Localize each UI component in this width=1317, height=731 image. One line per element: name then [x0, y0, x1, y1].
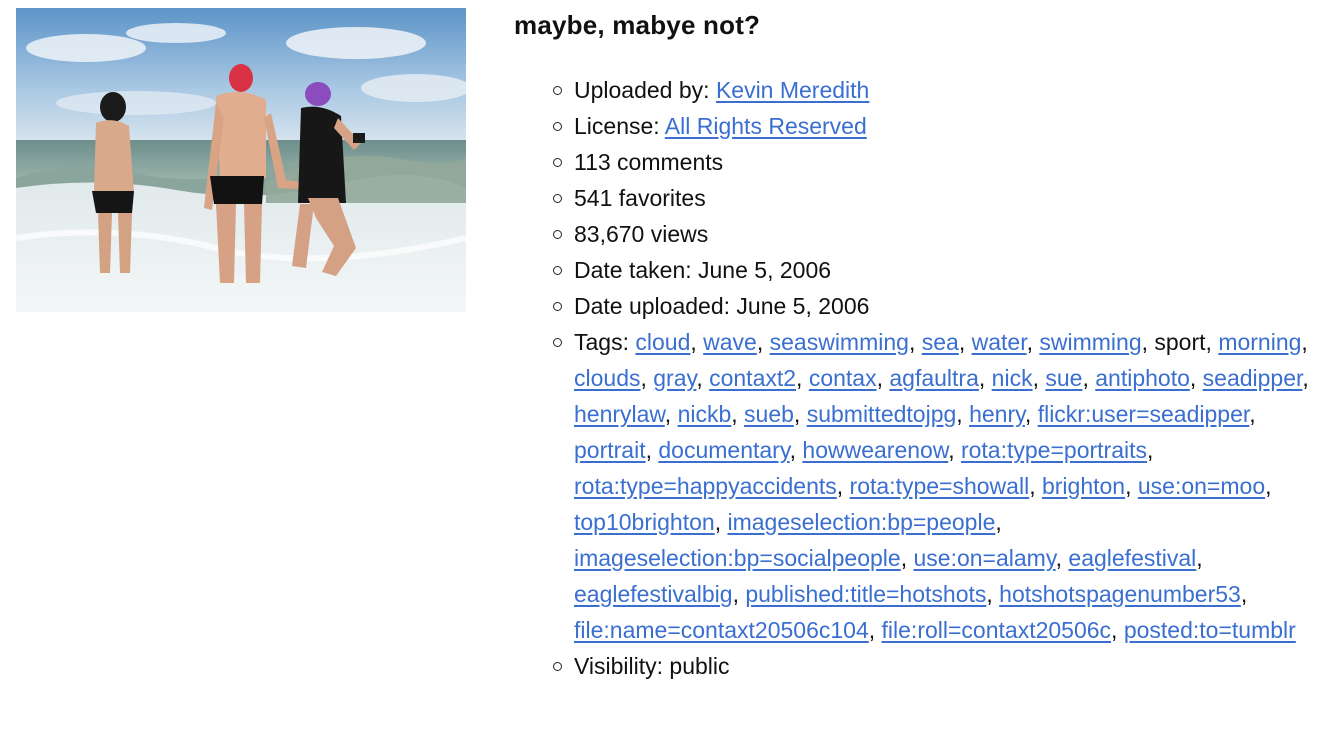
photo-metadata-list: Uploaded by: Kevin Meredith License: All…	[514, 72, 1309, 684]
uploaded-by-label: Uploaded by:	[574, 77, 716, 103]
license-link[interactable]: All Rights Reserved	[665, 113, 867, 139]
uploaded-by-item: Uploaded by: Kevin Meredith	[553, 72, 1309, 108]
tag[interactable]: nick	[992, 365, 1033, 391]
tag[interactable]: hotshotspagenumber53	[999, 581, 1241, 607]
tag[interactable]: rota:type=portraits	[961, 437, 1147, 463]
tag[interactable]: eaglefestivalbig	[574, 581, 733, 607]
tags-item: Tags: cloud, wave, seaswimming, sea, wat…	[553, 324, 1309, 648]
date-taken: Date taken: June 5, 2006	[553, 252, 1309, 288]
tag[interactable]: eaglefestival	[1068, 545, 1196, 571]
tag[interactable]: documentary	[658, 437, 789, 463]
page-title: maybe, mabye not?	[514, 10, 761, 40]
tag[interactable]: submittedtojpg	[807, 401, 957, 427]
tag[interactable]: sueb	[744, 401, 794, 427]
tag[interactable]: flickr:user=seadipper	[1038, 401, 1250, 427]
tag[interactable]: swimming	[1039, 329, 1141, 355]
tag[interactable]: rota:type=happyaccidents	[574, 473, 837, 499]
tag[interactable]: howwearenow	[802, 437, 948, 463]
tag[interactable]: water	[972, 329, 1027, 355]
tag[interactable]: brighton	[1042, 473, 1125, 499]
tag[interactable]: imageselection:bp=socialpeople	[574, 545, 901, 571]
license-item: License: All Rights Reserved	[553, 108, 1309, 144]
tag[interactable]: top10brighton	[574, 509, 715, 535]
tag[interactable]: posted:to=tumblr	[1124, 617, 1296, 643]
tag[interactable]: contax	[809, 365, 877, 391]
tag[interactable]: seadipper	[1203, 365, 1303, 391]
views-count: 83,670 views	[553, 216, 1309, 252]
tag[interactable]: henrylaw	[574, 401, 665, 427]
tag: sport	[1154, 329, 1206, 355]
tag[interactable]: cloud	[635, 329, 690, 355]
tag[interactable]: nickb	[678, 401, 732, 427]
tag[interactable]: contaxt2	[709, 365, 796, 391]
tag[interactable]: rota:type=showall	[850, 473, 1030, 499]
tag[interactable]: imageselection:bp=people	[727, 509, 995, 535]
photo[interactable]	[16, 8, 466, 312]
tag[interactable]: gray	[653, 365, 696, 391]
tag[interactable]: published:title=hotshots	[745, 581, 986, 607]
tag[interactable]: file:name=contaxt20506c104	[574, 617, 869, 643]
tag[interactable]: wave	[703, 329, 757, 355]
tag[interactable]: clouds	[574, 365, 640, 391]
comments-count: 113 comments	[553, 144, 1309, 180]
favorites-count: 541 favorites	[553, 180, 1309, 216]
tag[interactable]: morning	[1218, 329, 1301, 355]
tag[interactable]: seaswimming	[770, 329, 909, 355]
tag[interactable]: sea	[922, 329, 959, 355]
photo-image	[16, 8, 466, 312]
tag-list: cloud, wave, seaswimming, sea, water, sw…	[574, 329, 1309, 643]
tag[interactable]: antiphoto	[1095, 365, 1190, 391]
date-uploaded: Date uploaded: June 5, 2006	[553, 288, 1309, 324]
tag[interactable]: file:roll=contaxt20506c	[882, 617, 1112, 643]
visibility: Visibility: public	[553, 648, 1309, 684]
uploader-link[interactable]: Kevin Meredith	[716, 77, 869, 103]
tag[interactable]: use:on=moo	[1138, 473, 1265, 499]
license-label: License:	[574, 113, 665, 139]
tags-label: Tags:	[574, 329, 636, 355]
tag[interactable]: henry	[969, 401, 1025, 427]
tag[interactable]: portrait	[574, 437, 646, 463]
tag[interactable]: sue	[1045, 365, 1082, 391]
tag[interactable]: use:on=alamy	[913, 545, 1055, 571]
tag[interactable]: agfaultra	[889, 365, 979, 391]
